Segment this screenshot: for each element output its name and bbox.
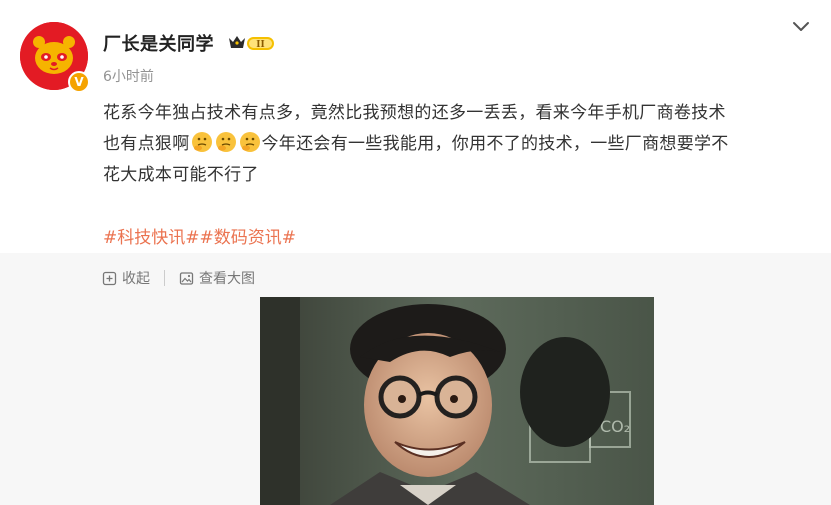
thinking-emoji-icon	[215, 132, 236, 152]
thinking-emoji-icon	[191, 132, 212, 152]
topic-tag-tech-news[interactable]: #科技快讯#	[103, 228, 200, 248]
chevron-down-icon[interactable]	[790, 18, 812, 36]
post-image[interactable]: CO₂	[260, 297, 654, 505]
crown-level-icon[interactable]: II	[228, 34, 276, 52]
post-text-line3: 花大成本可能不行了	[103, 165, 259, 185]
topic-tags: #科技快讯##数码资讯#	[103, 224, 296, 252]
post-text-line1: 花系今年独占技术有点多，竟然比我预想的还多一丢丢，看来今年手机厂商卷技术	[103, 103, 726, 123]
post-text-line2-start: 也有点狠啊	[103, 134, 190, 154]
topic-tag-digital-info[interactable]: #数码资讯#	[200, 228, 297, 248]
toolbar-divider	[164, 270, 165, 286]
post-content: 花系今年独占技术有点多，竟然比我预想的还多一丢丢，看来今年手机厂商卷技术 也有点…	[103, 98, 815, 191]
level-badge-text: II	[256, 40, 264, 50]
collapse-icon	[102, 271, 117, 285]
thinking-emoji-icon	[239, 132, 260, 152]
post-time[interactable]: 6小时前	[103, 66, 154, 86]
media-toolbar: 收起 查看大图	[102, 266, 255, 290]
photo-illustration: CO₂	[260, 297, 654, 505]
collapse-button[interactable]: 收起	[102, 268, 150, 288]
view-large-label: 查看大图	[199, 271, 255, 287]
image-icon	[179, 271, 194, 285]
collapse-label: 收起	[122, 271, 150, 287]
author-name[interactable]: 厂长是关同学	[103, 30, 214, 56]
verified-badge: V	[68, 71, 90, 93]
view-large-button[interactable]: 查看大图	[179, 268, 255, 288]
board-text: CO₂	[600, 417, 630, 436]
post-text-line2-end: 今年还会有一些我能用，你用不了的技术，一些厂商想要学不	[261, 134, 729, 154]
